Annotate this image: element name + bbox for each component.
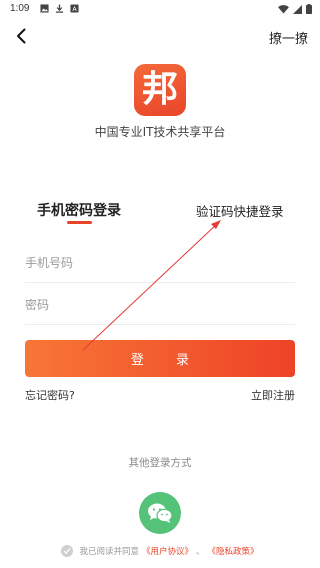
forgot-password-link[interactable]: 忘记密码?	[25, 387, 75, 403]
other-login-label: 其他登录方式	[128, 457, 192, 469]
agree-checkbox[interactable]	[61, 545, 74, 557]
system-icons	[278, 4, 312, 14]
tab-sms-login[interactable]: 验证码快捷登录	[196, 201, 284, 220]
phone-field-container	[25, 243, 295, 283]
agreement-prefix: 我已阅读并同意	[79, 547, 139, 557]
app-notification-icon: A	[70, 4, 79, 13]
chevron-left-icon	[17, 28, 26, 44]
top-bar: 撩一撩	[0, 22, 320, 50]
tab-password-login[interactable]: 手机密码登录	[37, 200, 121, 220]
wifi-icon	[278, 4, 289, 14]
phone-input[interactable]	[25, 243, 295, 282]
notification-icons: A	[40, 4, 79, 13]
register-link[interactable]: 立即注册	[251, 387, 295, 403]
agreement-row: 我已阅读并同意 《用户协议》 、 《隐私政策》	[0, 545, 320, 557]
password-input[interactable]	[25, 285, 295, 324]
scan-button[interactable]: 撩一撩	[269, 28, 308, 47]
status-time: 1:09	[10, 3, 30, 14]
login-button[interactable]: 登 录	[25, 340, 295, 377]
download-notification-icon	[55, 4, 64, 13]
wechat-icon	[148, 503, 173, 523]
back-button[interactable]	[10, 24, 32, 48]
agreement-separator: 、	[196, 547, 205, 557]
user-agreement-link[interactable]: 《用户协议》	[142, 545, 193, 557]
app-logo: 邦	[134, 64, 186, 116]
check-icon	[64, 548, 71, 554]
logo-text: 邦	[141, 69, 178, 110]
svg-text:A: A	[72, 6, 77, 13]
image-notification-icon	[40, 4, 49, 13]
signal-icon	[293, 4, 302, 14]
password-field-container	[25, 285, 295, 325]
slogan: 中国专业IT技术共享平台	[94, 125, 226, 139]
wechat-login-button[interactable]	[139, 492, 181, 534]
active-tab-indicator	[67, 221, 92, 224]
privacy-policy-link[interactable]: 《隐私政策》	[208, 545, 259, 557]
status-bar: 1:09 A	[0, 0, 320, 18]
battery-icon	[306, 4, 312, 14]
